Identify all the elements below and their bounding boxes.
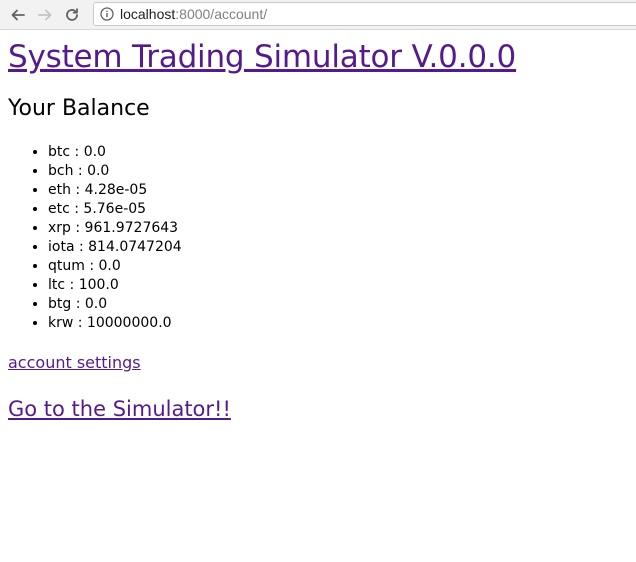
page-title: System Trading Simulator V.0.0.0 [8, 37, 628, 77]
reload-icon [66, 7, 78, 21]
info-icon [100, 7, 114, 21]
url-text: localhost:8000/account/ [120, 6, 267, 22]
arrow-left-icon [11, 9, 25, 20]
account-settings-link[interactable]: account settings [8, 353, 141, 372]
list-item: xrp : 961.9727643 [48, 219, 628, 238]
forward-button[interactable] [33, 3, 57, 27]
arrow-right-icon [38, 9, 52, 20]
address-bar[interactable]: localhost:8000/account/ [93, 2, 636, 26]
home-link[interactable]: System Trading Simulator V.0.0.0 [8, 39, 516, 75]
list-item: bch : 0.0 [48, 162, 628, 181]
url-host: localhost [120, 6, 176, 22]
browser-toolbar: localhost:8000/account/ [0, 0, 636, 30]
list-item: krw : 10000000.0 [48, 314, 628, 333]
page-content: System Trading Simulator V.0.0.0 Your Ba… [0, 37, 636, 424]
reload-button[interactable] [60, 3, 84, 27]
list-item: btc : 0.0 [48, 143, 628, 162]
list-item: etc : 5.76e-05 [48, 200, 628, 219]
list-item: btg : 0.0 [48, 295, 628, 314]
list-item: ltc : 100.0 [48, 276, 628, 295]
balance-list: btc : 0.0 bch : 0.0 eth : 4.28e-05 etc :… [8, 143, 628, 333]
account-settings-container: account settings [8, 352, 628, 374]
simulator-link-container: Go to the Simulator!! [8, 394, 628, 424]
back-button[interactable] [6, 3, 30, 27]
list-item: qtum : 0.0 [48, 257, 628, 276]
list-item: eth : 4.28e-05 [48, 181, 628, 200]
list-item: iota : 814.0747204 [48, 238, 628, 257]
simulator-link[interactable]: Go to the Simulator!! [8, 397, 231, 421]
url-path: :8000/account/ [175, 6, 268, 22]
balance-heading: Your Balance [8, 96, 150, 121]
